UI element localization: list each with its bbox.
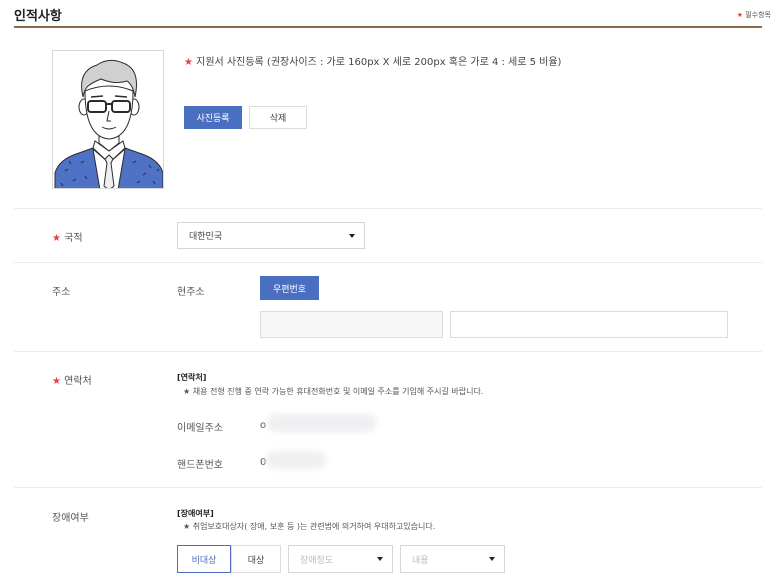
phone-value-redacted [266, 451, 326, 469]
caret-down-icon [489, 557, 495, 561]
profile-photo [52, 50, 164, 189]
required-legend-label: 필수항목 [745, 11, 771, 19]
photo-guideline-text: 지원서 사진등록 (권장사이즈 : 가로 160px X 세로 200px 혹은… [196, 57, 562, 68]
required-legend: ★ 필수항목 [737, 10, 771, 20]
required-star-icon: ★ [184, 57, 193, 68]
address-label: 주소 [52, 287, 71, 298]
address-detail-input[interactable] [450, 311, 728, 338]
nationality-label-text: 국적 [64, 233, 83, 244]
disability-degree-select[interactable]: 장애정도 [288, 545, 393, 573]
current-address-label: 현주소 [177, 287, 205, 298]
section-title: 인적사항 [14, 9, 62, 24]
avatar-placeholder-icon [54, 59, 163, 188]
row-divider [14, 487, 762, 488]
target-toggle[interactable]: 대상 [231, 545, 281, 573]
email-label: 이메일주소 [177, 423, 223, 434]
address-input[interactable] [260, 311, 443, 338]
disability-note: ★ 취업보호대상자( 장애, 보훈 등 )는 관련법에 의거하여 우대하고있습니… [183, 522, 436, 531]
register-photo-button[interactable]: 사진등록 [184, 106, 242, 129]
contact-note: ★ 채용 전형 진행 중 연락 가능한 휴대전화번호 및 이메일 주소를 기입해… [183, 387, 484, 396]
row-divider [14, 351, 762, 352]
photo-guideline: ★ 지원서 사진등록 (권장사이즈 : 가로 160px X 세로 200px … [184, 53, 561, 68]
caret-down-icon [349, 233, 355, 238]
disability-label: 장애여부 [52, 513, 89, 524]
nationality-select-value: 대한민국 [189, 232, 223, 242]
caret-down-icon [377, 557, 383, 561]
zip-code-button[interactable]: 우편번호 [260, 276, 319, 300]
phone-label: 핸드폰번호 [177, 460, 223, 471]
contact-heading: [연락처] [177, 373, 207, 382]
required-star-icon: ★ [736, 11, 743, 19]
required-star-icon: ★ [52, 233, 61, 244]
contact-label-text: 연락처 [64, 376, 92, 387]
disability-degree-placeholder: 장애정도 [300, 555, 334, 566]
row-divider [14, 262, 762, 263]
email-value-prefix: o [260, 420, 267, 431]
email-value-redacted [267, 414, 377, 432]
nationality-label: ★ 국적 [52, 229, 83, 244]
contact-label: ★ 연락처 [52, 372, 92, 387]
non-target-toggle[interactable]: 비대상 [177, 545, 231, 573]
disability-heading: [장애여부] [177, 509, 214, 518]
delete-photo-button[interactable]: 삭제 [249, 106, 307, 129]
disability-content-select[interactable]: 내용 [400, 545, 505, 573]
nationality-select[interactable]: 대한민국 [177, 222, 365, 249]
required-star-icon: ★ [52, 376, 61, 387]
disability-content-placeholder: 내용 [412, 555, 429, 566]
header-divider [14, 26, 762, 28]
row-divider [14, 208, 762, 209]
